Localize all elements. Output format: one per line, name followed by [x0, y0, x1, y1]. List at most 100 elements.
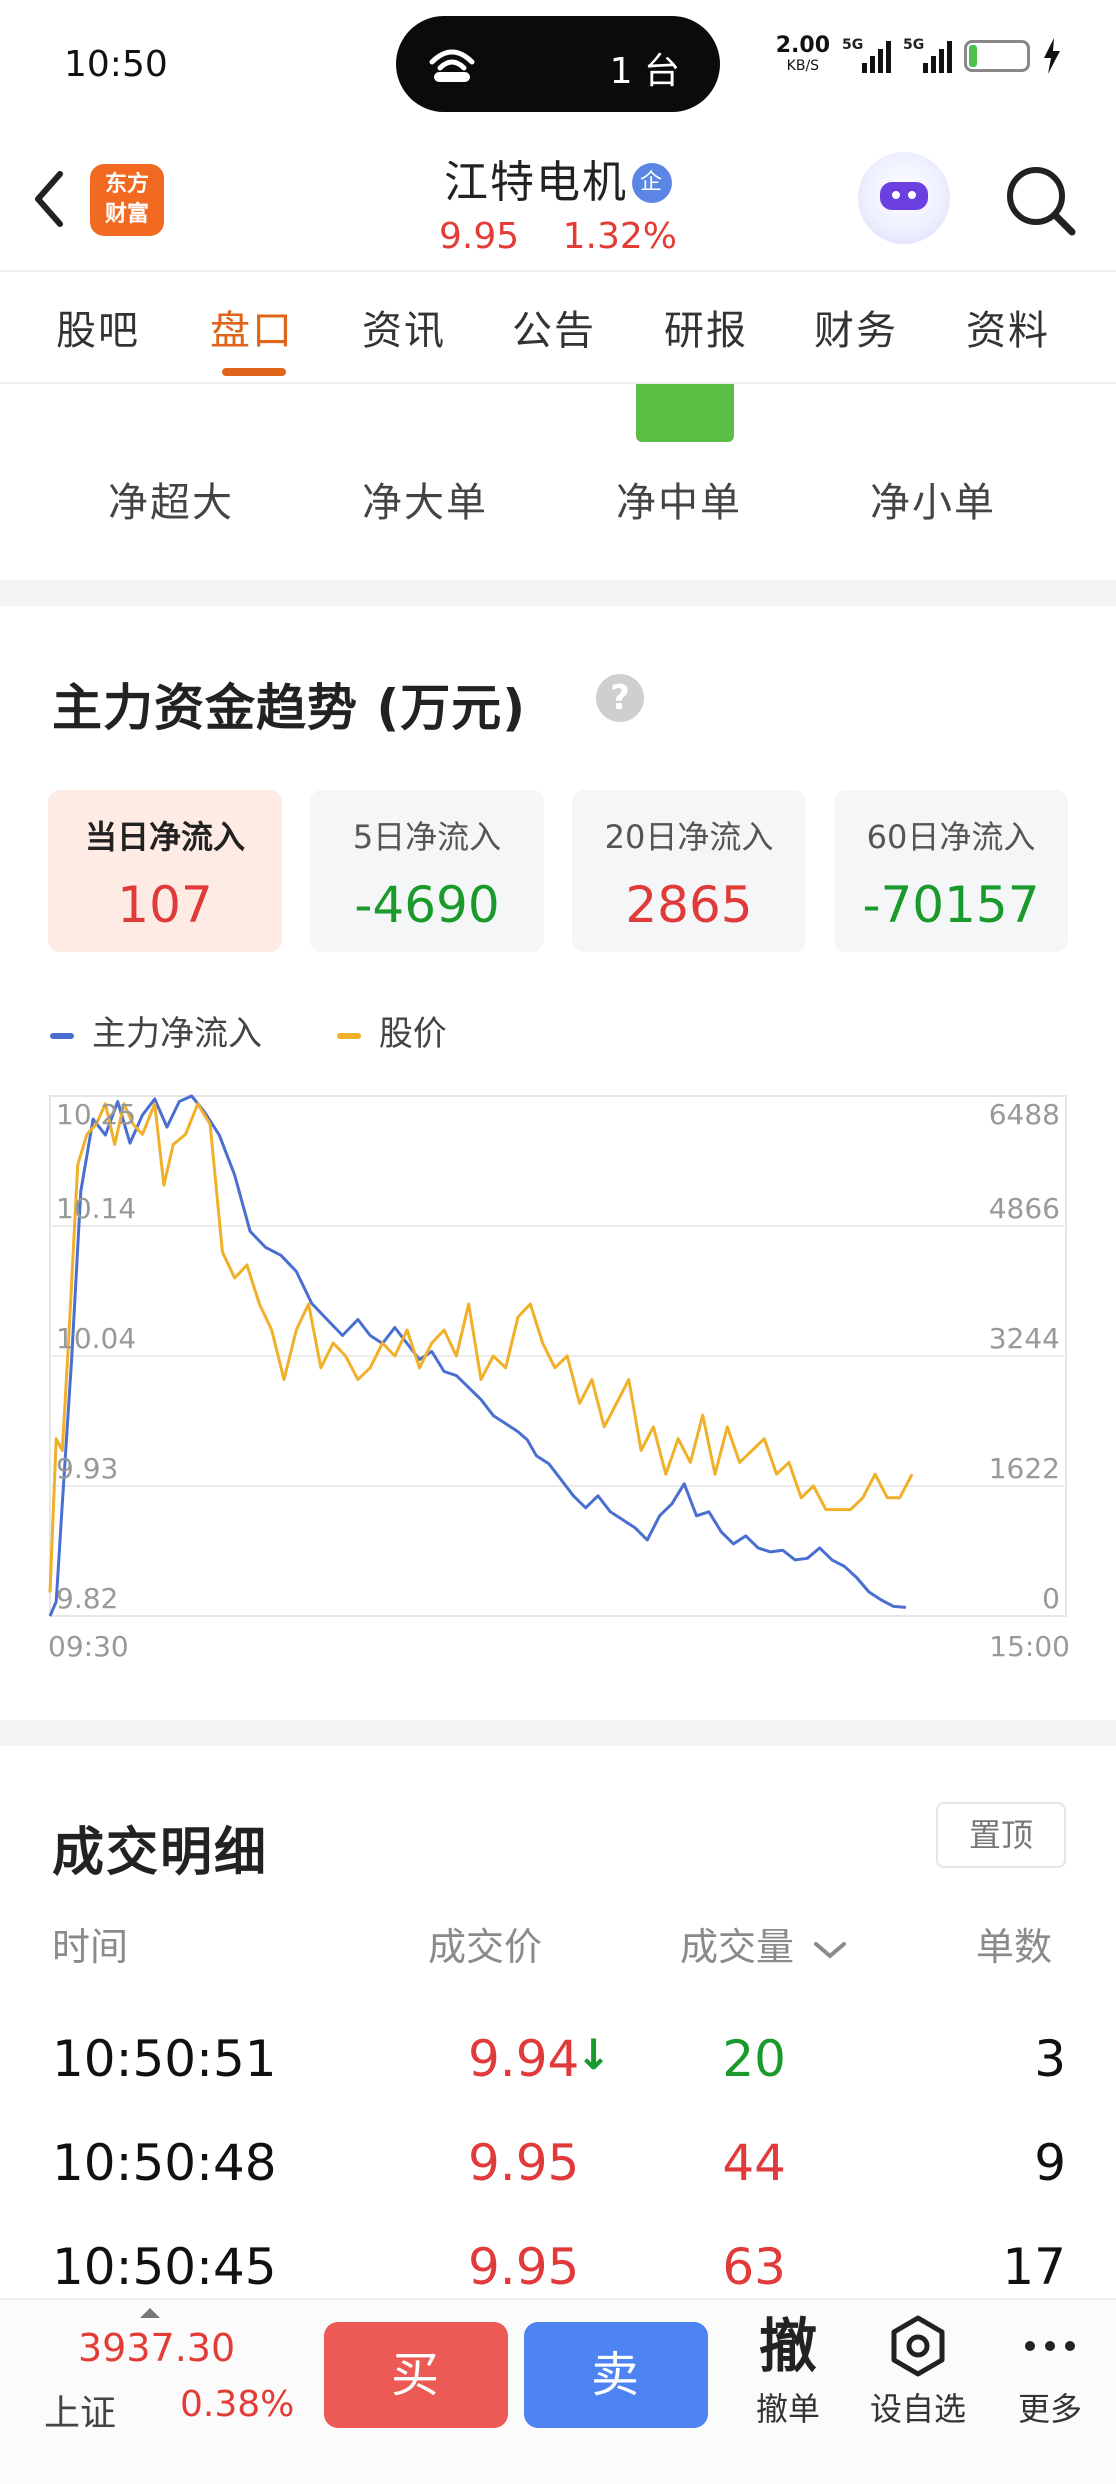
trade-detail-title: 成交明细: [52, 1823, 269, 1883]
battery-icon: 14: [964, 40, 1030, 72]
header-volume-label: 成交量: [680, 1925, 795, 1969]
trade-time: 10:50:45: [52, 2238, 277, 2296]
index-name[interactable]: 上证: [44, 2384, 116, 2436]
index-change[interactable]: 0.38%: [180, 2384, 294, 2425]
legend-label: 主力净流入: [92, 1014, 262, 1054]
trend-title: 主力资金趋势 (万元): [52, 679, 527, 737]
cancel-order-label: 撤单: [755, 2390, 820, 2428]
battery-level: 14: [983, 45, 1011, 69]
legend-main-inflow: 主力净流入: [50, 1006, 262, 1055]
net-medium-bar: [636, 384, 734, 442]
tab-active-indicator: [222, 368, 286, 376]
section-divider: [0, 1720, 1116, 1746]
signal-2-icon: 5G: [903, 37, 952, 73]
tab-pankou[interactable]: 盘口: [210, 298, 294, 356]
trade-volume: 20: [722, 2030, 786, 2088]
left-axis-tick: 9.93: [56, 1452, 118, 1485]
left-axis-tick: 10.04: [56, 1322, 136, 1355]
section-divider: [0, 580, 1116, 606]
card-60day-inflow[interactable]: 60日净流入 -70157: [834, 790, 1068, 952]
arrow-down-icon: ↓: [576, 2030, 612, 2079]
right-axis-tick: 1622: [989, 1452, 1060, 1485]
signal-2-label: 5G: [903, 37, 925, 53]
net-speed-unit: KB/S: [786, 58, 820, 74]
left-axis-tick: 9.82: [56, 1582, 118, 1615]
island-text: 1 台: [609, 51, 680, 92]
pin-top-button[interactable]: 置顶: [936, 1802, 1066, 1868]
charging-icon: [1044, 38, 1060, 74]
header-time: 时间: [52, 1925, 129, 1969]
fund-trend-chart[interactable]: 10.25 10.14 10.04 9.93 9.82 6488 4866 3244 1622 0…: [48, 1090, 1072, 1670]
sell-button[interactable]: 卖: [524, 2322, 708, 2428]
signal-1-icon: 5G: [842, 37, 891, 73]
card-value: 2865: [625, 876, 753, 934]
signal-1-label: 5G: [842, 37, 864, 53]
enterprise-badge: 企: [632, 163, 672, 203]
card-value: -4690: [354, 876, 500, 934]
flow-label-medium: 净中单: [616, 480, 742, 526]
tab-research[interactable]: 研报: [664, 298, 748, 356]
more-icon: [1025, 2341, 1075, 2351]
search-icon[interactable]: [1000, 160, 1080, 240]
stock-change-pct: 1.32%: [562, 216, 677, 257]
card-5day-inflow[interactable]: 5日净流入 -4690: [310, 790, 544, 952]
trade-volume: 63: [722, 2238, 786, 2296]
card-label: 20日净流入: [604, 818, 774, 856]
cancel-order-button[interactable]: 撤 撤单: [728, 2314, 848, 2430]
tab-guba[interactable]: 股吧: [56, 298, 140, 356]
tab-profile[interactable]: 资料: [966, 298, 1050, 356]
help-icon[interactable]: ?: [596, 674, 644, 722]
legend-label: 股价: [378, 1014, 447, 1054]
trade-price: 9.95: [468, 2238, 580, 2296]
stock-header: 东方 财富 江特电机企 9.95 1.32%: [0, 130, 1116, 272]
flow-label-large: 净大单: [362, 480, 488, 526]
x-axis-tick-end: 15:00: [989, 1630, 1070, 1663]
legend-price: 股价: [336, 1006, 447, 1055]
left-axis-tick: 10.14: [56, 1192, 136, 1225]
tab-announcements[interactable]: 公告: [512, 298, 596, 356]
trade-price: 9.95: [468, 2134, 580, 2192]
x-axis-tick-start: 09:30: [48, 1630, 129, 1663]
index-value[interactable]: 3937.30: [78, 2326, 235, 2370]
right-axis-tick: 0: [1042, 1582, 1060, 1615]
watchlist-icon: [891, 2315, 945, 2377]
buy-button[interactable]: 买: [324, 2322, 508, 2428]
assistant-robot-icon[interactable]: [858, 152, 950, 244]
card-value: 107: [117, 876, 213, 934]
dynamic-island[interactable]: 1 台: [396, 16, 720, 112]
robot-visor: [880, 182, 928, 210]
card-today-inflow[interactable]: 当日净流入 107: [48, 790, 282, 952]
trade-volume: 44: [722, 2134, 786, 2192]
card-value: -70157: [862, 876, 1040, 934]
caret-up-icon[interactable]: [140, 2308, 160, 2318]
card-label: 60日净流入: [866, 818, 1036, 856]
bottom-bar: 3937.30 上证 0.38% 买 卖 撤 撤单 设自选 更多: [0, 2298, 1116, 2484]
tab-finance[interactable]: 财务: [814, 298, 898, 356]
net-speed-value: 2.00: [775, 33, 830, 58]
header-price[interactable]: 成交价: [428, 1916, 542, 1971]
trade-count: 9: [1034, 2134, 1066, 2192]
tab-news[interactable]: 资讯: [362, 298, 446, 356]
add-watchlist-label: 设自选: [869, 2390, 966, 2428]
card-label: 当日净流入: [84, 818, 245, 856]
status-bar: 10:50 1 台 2.00 KB/S 5G 5G 14: [0, 0, 1116, 130]
tab-bar: 股吧 盘口 资讯 公告 研报 财务 资料: [0, 272, 1116, 384]
header-volume[interactable]: 成交量: [680, 1916, 848, 1971]
left-axis-tick: 10.25: [56, 1098, 136, 1131]
trade-time: 10:50:51: [52, 2030, 277, 2088]
trade-count: 3: [1034, 2030, 1066, 2088]
flow-label-small: 净小单: [870, 480, 996, 526]
status-icons: 2.00 KB/S 5G 5G 14: [775, 33, 1062, 76]
stock-price: 9.95: [439, 216, 520, 257]
cancel-order-glyph: 撤: [758, 2312, 817, 2380]
legend-swatch-blue: [50, 1032, 74, 1039]
trade-price: 9.94: [468, 2030, 580, 2088]
hotspot-icon: [429, 49, 475, 82]
card-20day-inflow[interactable]: 20日净流入 2865: [572, 790, 806, 952]
more-label: 更多: [1017, 2390, 1082, 2428]
stock-quote: 9.95 1.32%: [0, 216, 1116, 257]
header-count: 单数: [976, 1925, 1053, 1969]
right-axis-tick: 3244: [989, 1322, 1060, 1355]
more-button[interactable]: 更多: [990, 2314, 1110, 2430]
add-watchlist-button[interactable]: 设自选: [858, 2314, 978, 2430]
